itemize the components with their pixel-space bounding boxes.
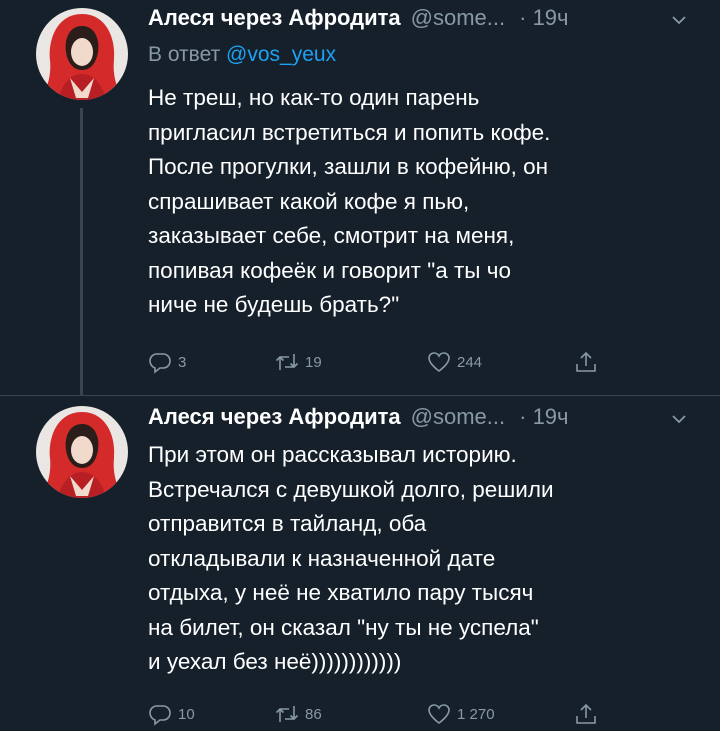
reply-button[interactable]: 10 [148,702,195,726]
timestamp[interactable]: · 19ч [519,5,568,31]
retweet-button[interactable]: 86 [275,702,322,726]
reply-context: В ответ @vos_yeux [148,43,336,67]
tweet-text-line: отправится в тайланд, оба [148,511,427,536]
tweet-text-line: спрашивает какой кофе я пью, [148,188,470,214]
share-icon [576,351,596,372]
tweet-text-line: и уехал без неё)))))))))))) [148,649,402,674]
tweet-text-line: Не треш, но как-то один парень [148,85,480,110]
tweet-header: Алеся через Афродита @some... · 19ч [148,402,704,432]
avatar-image [36,406,128,498]
share-button[interactable] [574,350,598,374]
tweet-text-line: Встречался с девушкой долго, решили [148,476,554,502]
reply-icon [149,705,171,726]
tweet-actions: 3 19 244 [148,350,668,376]
tweet-text-line: откладывали к назначенной дате [148,545,496,571]
avatar-image [36,8,128,100]
reply-prefix: В ответ [148,43,221,66]
chevron-down-icon[interactable] [670,408,688,426]
reply-count: 10 [178,705,195,723]
retweet-icon [275,706,299,722]
tweet-actions: 10 86 1 270 [148,702,668,728]
reply-mention-link[interactable]: @vos_yeux [226,43,336,66]
tweet-text: При этом он рассказывал историю. Встреча… [148,438,708,680]
like-icon [428,704,450,724]
avatar[interactable] [36,406,128,498]
tweet-text-line: При этом он рассказывал историю. [148,442,517,467]
tweet-text: Не треш, но как-то один парень пригласил… [148,81,708,323]
reply-button[interactable]: 3 [148,350,186,374]
author-handle[interactable]: @some... [411,5,505,31]
retweet-count: 86 [305,705,322,723]
tweet-2[interactable]: Алеся через Афродита @some... · 19ч При … [0,396,720,731]
avatar[interactable] [36,8,128,100]
like-button[interactable]: 244 [427,350,482,374]
tweet-text-line: пригласил встретиться и попить кофе. [148,119,551,145]
like-count: 244 [457,353,483,371]
tweet-header: Алеся через Афродита @some... · 19ч [148,3,704,33]
retweet-icon [275,354,299,370]
thread-line [80,108,83,395]
author-handle[interactable]: @some... [411,404,505,430]
tweet-text-line: попивая кофеёк и говорит "а ты чо [148,257,511,283]
tweet-1[interactable]: Алеся через Афродита @some... · 19ч В от… [0,0,720,395]
tweet-text-line: заказывает себе, смотрит на меня, [148,223,515,248]
reply-count: 3 [178,353,187,371]
tweet-text-line: на билет, он сказал "ну ты не успела" [148,614,539,640]
like-count: 1 270 [457,705,495,723]
timestamp[interactable]: · 19ч [519,404,568,430]
author-name[interactable]: Алеся через Афродита [148,404,401,430]
retweet-count: 19 [305,353,322,371]
reply-icon [149,353,171,374]
chevron-down-icon[interactable] [670,9,688,27]
like-button[interactable]: 1 270 [427,702,495,726]
like-icon [428,352,450,372]
tweet-text-line: После прогулки, зашли в кофейню, он [148,154,549,179]
share-button[interactable] [574,702,598,726]
tweet-text-line: ниче не будешь брать?" [148,292,400,317]
share-icon [576,703,596,724]
author-name[interactable]: Алеся через Афродита [148,5,401,31]
retweet-button[interactable]: 19 [275,350,322,374]
tweet-text-line: отдыха, у неё не хватило пару тысяч [148,580,534,605]
